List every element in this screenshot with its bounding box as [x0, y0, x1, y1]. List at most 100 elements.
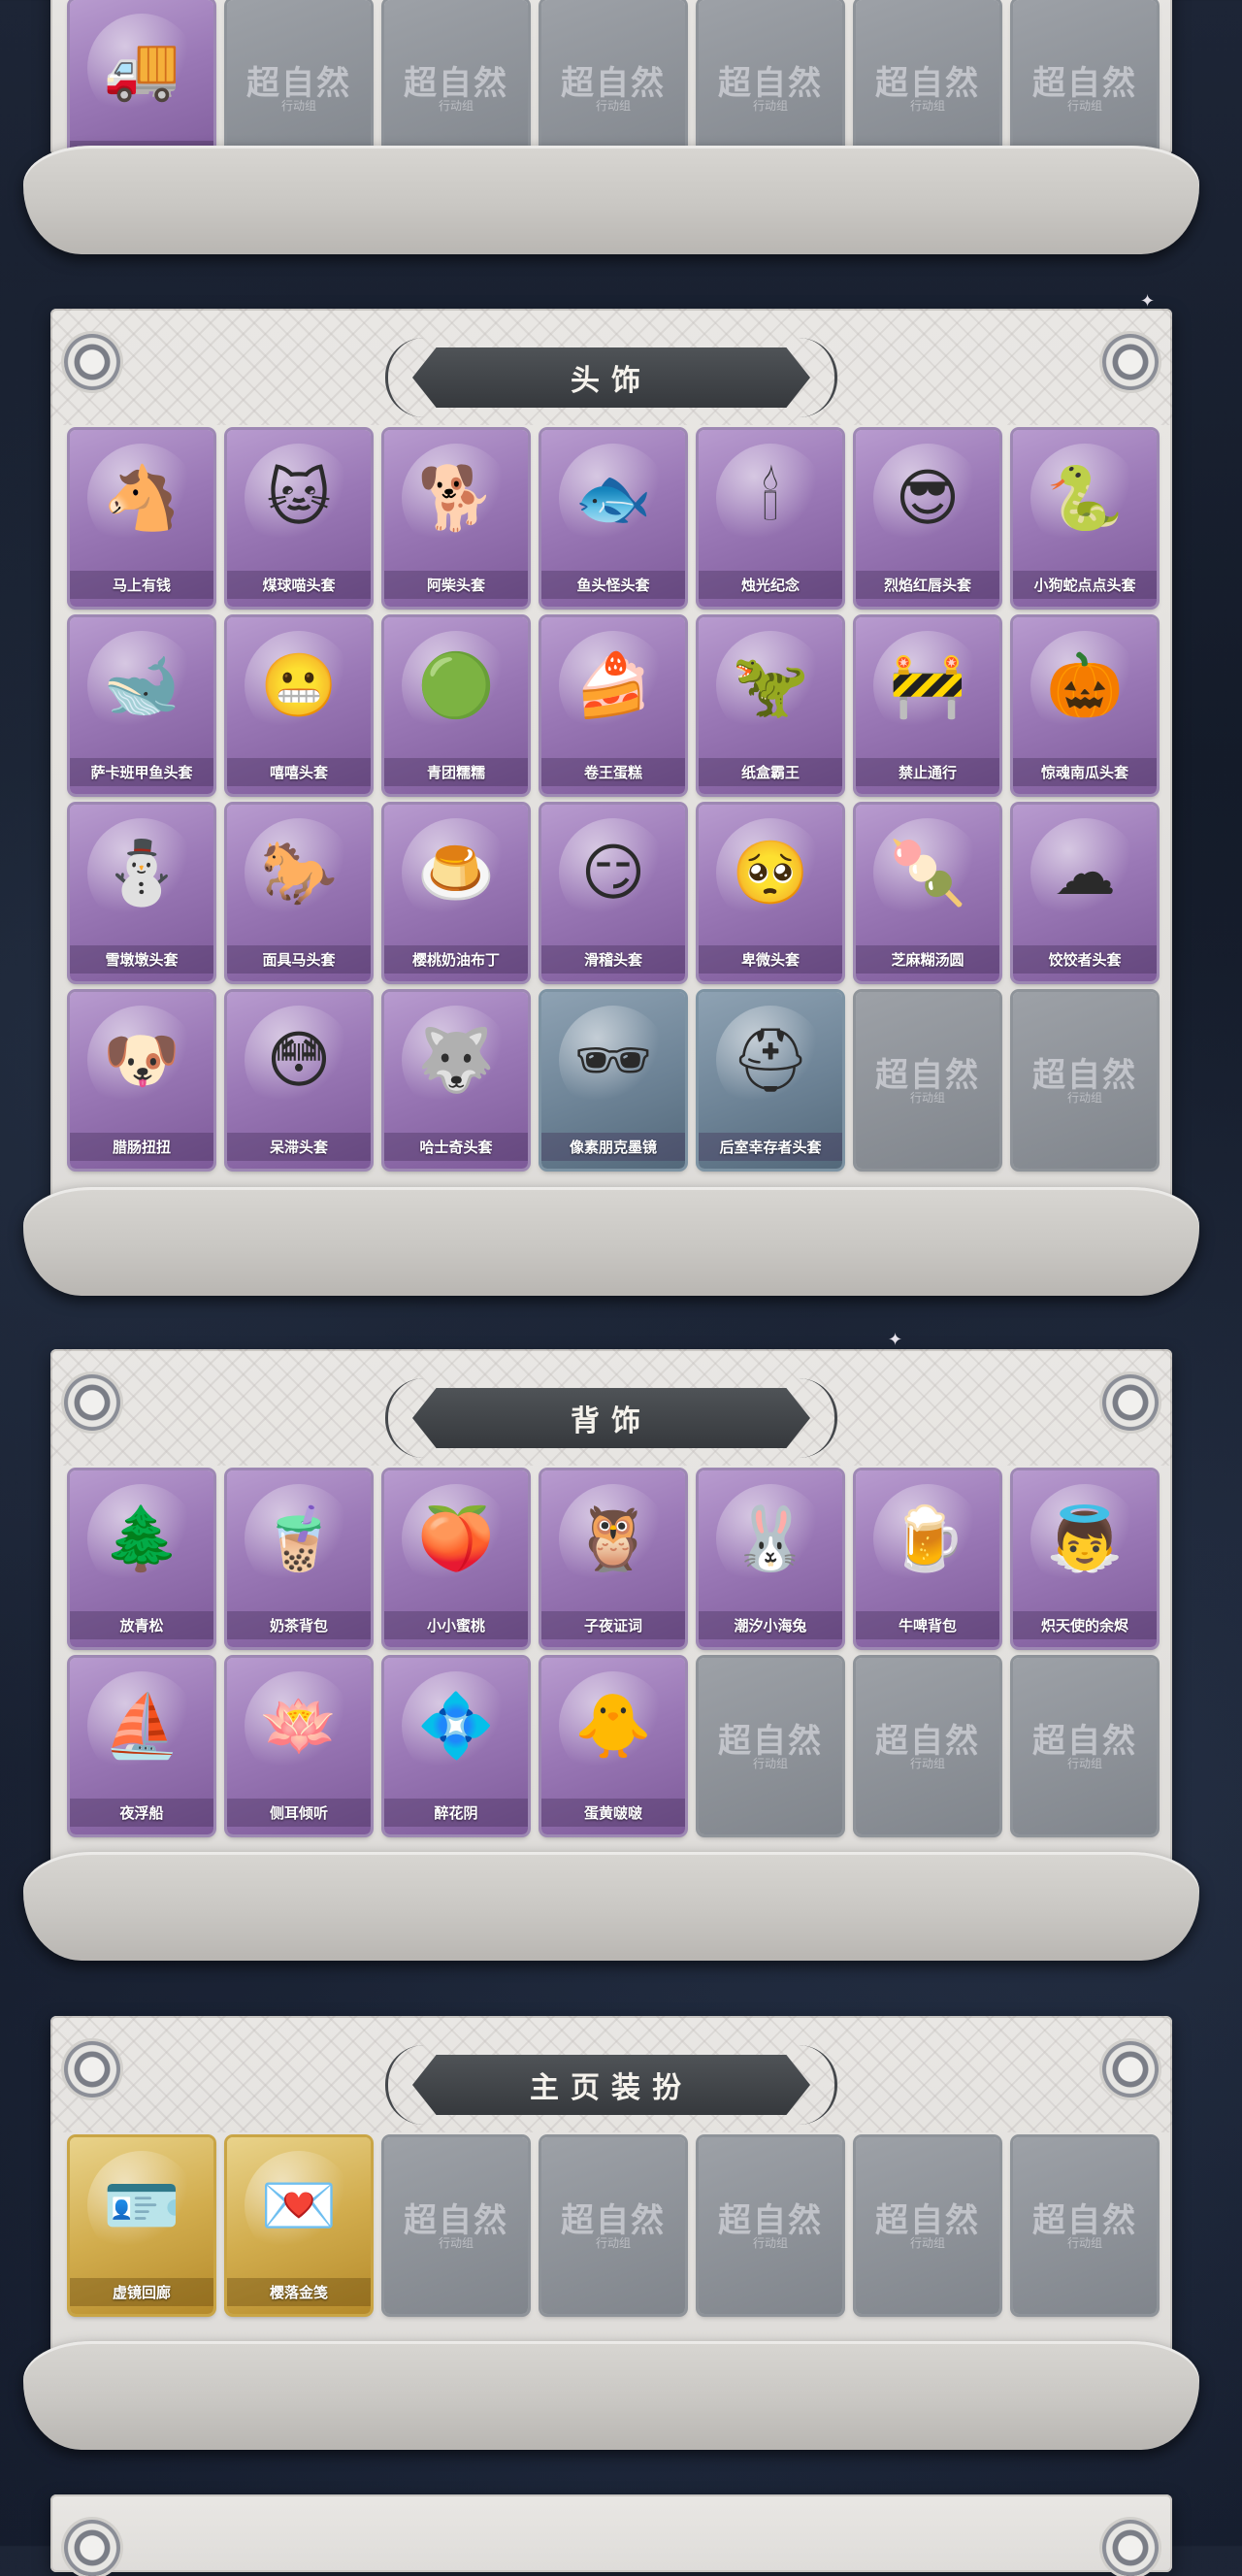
item-art-icon: 🦖 [716, 631, 825, 740]
empty-slot[interactable]: 超自然 行动组 [699, 1658, 842, 1834]
cosmetic-item-card[interactable]: 😬 嘻嘻头套 [227, 617, 371, 794]
cosmetic-item-card[interactable]: 🕶 像素朋克墨镜 [541, 992, 685, 1169]
item-art-icon: 🍰 [559, 631, 668, 740]
cosmetic-item-card[interactable]: 💠 醉花阴 [384, 1658, 528, 1834]
placeholder-sub: 行动组 [752, 2236, 788, 2250]
cosmetic-item-card[interactable]: 🐋 萨卡班甲鱼头套 [70, 617, 213, 794]
cosmetic-item-card[interactable]: 🐰 潮汐小海兔 [699, 1470, 842, 1647]
item-label: 小小蜜桃 [384, 1611, 528, 1639]
placeholder-sub: 行动组 [1066, 99, 1102, 113]
section-title: 背饰 [412, 1388, 810, 1448]
cosmetic-item-card[interactable]: 🦖 纸盒霸王 [699, 617, 842, 794]
item-label: 卷王蛋糕 [541, 758, 685, 786]
empty-slot[interactable]: 超自然 行动组 [856, 2137, 999, 2314]
cosmetic-item-card[interactable]: 🕯 烛光纪念 [699, 430, 842, 607]
cosmetic-item-card[interactable]: 💌 樱落金笺 [227, 2137, 371, 2314]
empty-slot[interactable]: 超自然 行动组 [856, 1658, 999, 1834]
cosmetic-item-card[interactable]: 🥺 卑微头套 [699, 805, 842, 981]
item-label: 卑微头套 [699, 945, 842, 974]
item-label: 醉花阴 [384, 1799, 528, 1827]
cosmetic-item-card[interactable]: 🎃 惊魂南瓜头套 [1013, 617, 1157, 794]
cosmetic-item-card[interactable]: 🐥 蛋黄啵啵 [541, 1658, 685, 1834]
cosmetic-item-card[interactable]: 🍮 樱桃奶油布丁 [384, 805, 528, 981]
empty-slot[interactable]: 超自然 行动组 [541, 2137, 685, 2314]
empty-slot[interactable]: 超自然 行动组 [1013, 992, 1157, 1169]
item-art-icon: 🚚 [87, 14, 196, 122]
placeholder-sub: 行动组 [752, 99, 788, 113]
item-label: 呆滞头套 [227, 1133, 371, 1161]
cosmetic-item-card[interactable]: 😎 烈焰红唇头套 [856, 430, 999, 607]
cosmetic-item-card[interactable]: ⛑ 后室幸存者头套 [699, 992, 842, 1169]
panel-body [50, 2494, 1172, 2572]
item-label: 惊魂南瓜头套 [1013, 758, 1157, 786]
cosmetic-item-card[interactable]: 🧋 奶茶背包 [227, 1470, 371, 1647]
item-art-icon: 👼 [1030, 1484, 1139, 1593]
item-label: 樱落金笺 [227, 2278, 371, 2306]
empty-slot[interactable]: 超自然 行动组 [1013, 2137, 1157, 2314]
empty-slot[interactable]: 超自然 行动组 [699, 2137, 842, 2314]
placeholder-sub: 行动组 [280, 99, 316, 113]
item-art-icon: 🕶 [559, 1006, 668, 1114]
cosmetic-item-card[interactable]: 👼 炽天使的余烬 [1013, 1470, 1157, 1647]
cosmetic-item-card[interactable]: 🪷 侧耳倾听 [227, 1658, 371, 1834]
cosmetic-item-card[interactable]: 🦉 子夜证词 [541, 1470, 685, 1647]
scroll-bottom [23, 1852, 1199, 1961]
item-label: 樱桃奶油布丁 [384, 945, 528, 974]
corner-ornament-icon [64, 2041, 120, 2097]
corner-ornament-icon [64, 2520, 120, 2576]
empty-slot[interactable]: 超自然 行动组 [384, 2137, 528, 2314]
cosmetic-item-card[interactable]: 🚧 禁止通行 [856, 617, 999, 794]
item-label: 像素朋克墨镜 [541, 1133, 685, 1161]
corner-ornament-icon [1102, 2041, 1159, 2097]
item-label: 虚镜回廊 [70, 2278, 213, 2306]
cosmetic-item-card[interactable]: ⛄ 雪墩墩头套 [70, 805, 213, 981]
cosmetic-item-card[interactable]: ⛵ 夜浮船 [70, 1658, 213, 1834]
cosmetic-item-card[interactable]: 🍰 卷王蛋糕 [541, 617, 685, 794]
cosmetic-item-card[interactable]: ☁ 饺饺者头套 [1013, 805, 1157, 981]
corner-ornament-icon [1102, 1374, 1159, 1431]
item-label: 奶茶背包 [227, 1611, 371, 1639]
cosmetic-item-card[interactable]: 🐱 煤球喵头套 [227, 430, 371, 607]
item-art-icon: 😬 [245, 631, 353, 740]
item-art-icon: 🍺 [873, 1484, 982, 1593]
cosmetic-item-card[interactable]: 🟢 青团糯糯 [384, 617, 528, 794]
item-art-icon: 🐟 [559, 444, 668, 552]
cosmetic-item-card[interactable]: 😏 滑稽头套 [541, 805, 685, 981]
cosmetic-item-card[interactable]: 😳 呆滞头套 [227, 992, 371, 1169]
item-art-icon: 💠 [402, 1671, 510, 1780]
cosmetic-item-card[interactable]: 🐕 阿柴头套 [384, 430, 528, 607]
item-label: 禁止通行 [856, 758, 999, 786]
item-label: 阿柴头套 [384, 571, 528, 599]
item-art-icon: ☁ [1030, 818, 1139, 927]
cosmetic-item-card[interactable]: 🍺 牛啤背包 [856, 1470, 999, 1647]
item-label: 腊肠扭扭 [70, 1133, 213, 1161]
cosmetic-item-card[interactable]: 🍡 芝麻糊汤圆 [856, 805, 999, 981]
placeholder-sub: 行动组 [752, 1757, 788, 1770]
cosmetic-item-card[interactable]: 🪪 虚镜回廊 [70, 2137, 213, 2314]
empty-slot[interactable]: 超自然 行动组 [1013, 1658, 1157, 1834]
item-art-icon: 🐶 [87, 1006, 196, 1114]
empty-slot[interactable]: 超自然 行动组 [856, 992, 999, 1169]
cosmetic-item-card[interactable]: 🍑 小小蜜桃 [384, 1470, 528, 1647]
item-label: 纸盒霸王 [699, 758, 842, 786]
cosmetic-item-card[interactable]: 🐍 小狗蛇点点头套 [1013, 430, 1157, 607]
cosmetic-item-card[interactable]: 🐶 腊肠扭扭 [70, 992, 213, 1169]
item-art-icon: 🌲 [87, 1484, 196, 1593]
cosmetic-item-card[interactable]: 🐟 鱼头怪头套 [541, 430, 685, 607]
item-art-icon: 🐥 [559, 1671, 668, 1780]
item-label: 饺饺者头套 [1013, 945, 1157, 974]
item-label: 哈士奇头套 [384, 1133, 528, 1161]
item-art-icon: 🥺 [716, 818, 825, 927]
cosmetic-item-card[interactable]: 🐺 哈士奇头套 [384, 992, 528, 1169]
item-art-icon: 😏 [559, 818, 668, 927]
placeholder-sub: 行动组 [909, 99, 945, 113]
scroll-bottom [23, 2341, 1199, 2450]
item-art-icon: 🦉 [559, 1484, 668, 1593]
placeholder-sub: 行动组 [1066, 1757, 1102, 1770]
cosmetic-item-card[interactable]: 🐴 马上有钱 [70, 430, 213, 607]
item-art-icon: 💌 [245, 2151, 353, 2260]
cosmetic-item-card[interactable]: 🌲 放青松 [70, 1470, 213, 1647]
placeholder-sub: 行动组 [909, 1757, 945, 1770]
item-art-icon: 🕯 [716, 444, 825, 552]
cosmetic-item-card[interactable]: 🐎 面具马头套 [227, 805, 371, 981]
